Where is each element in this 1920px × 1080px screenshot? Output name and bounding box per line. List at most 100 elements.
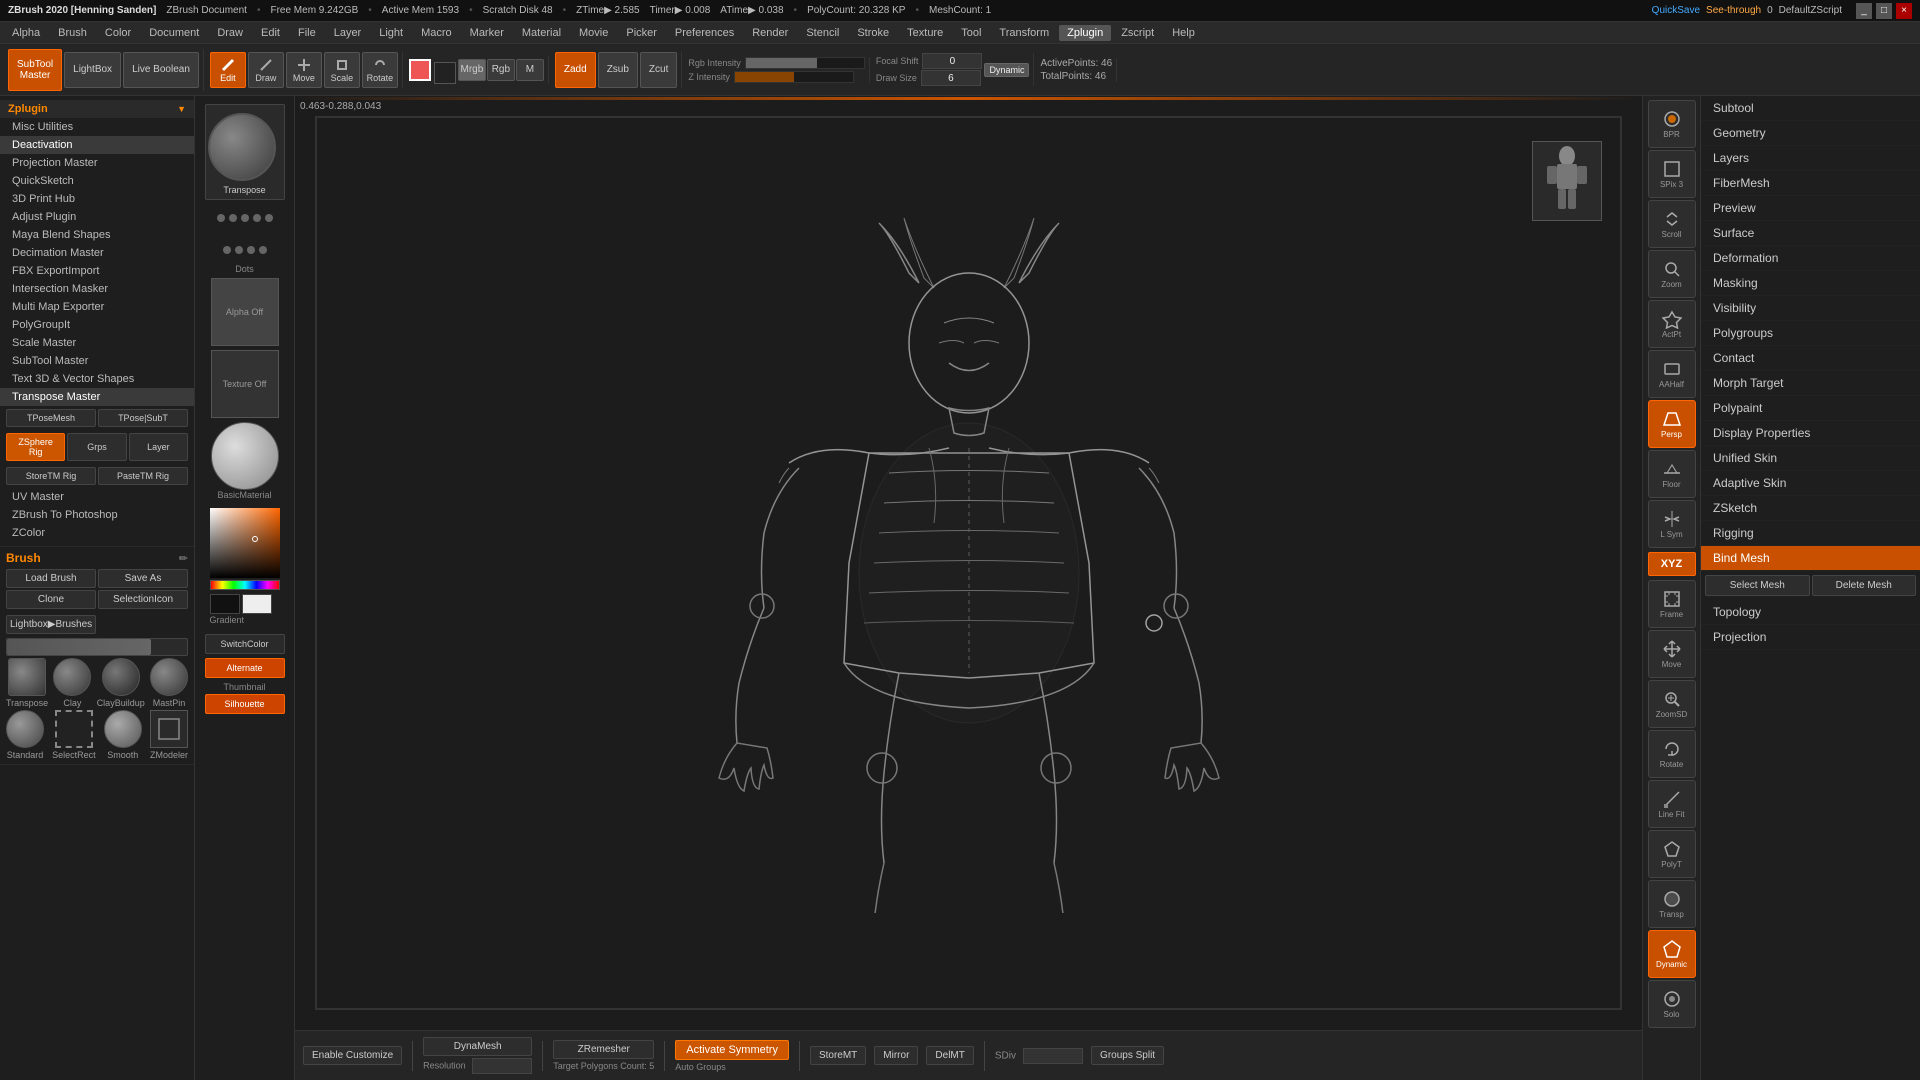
visibility-item[interactable]: Visibility <box>1701 296 1920 321</box>
rotate-icon-btn[interactable]: Rotate <box>1648 730 1696 778</box>
xyz-btn[interactable]: XYZ <box>1648 552 1696 576</box>
display-properties-item[interactable]: Display Properties <box>1701 421 1920 446</box>
aahalf-btn[interactable]: AAHalf <box>1648 350 1696 398</box>
delsmt-btn[interactable]: DelMT <box>926 1046 973 1065</box>
color-gradient[interactable] <box>210 508 280 578</box>
contact-item[interactable]: Contact <box>1701 346 1920 371</box>
save-as-btn[interactable]: Save As <box>98 569 188 588</box>
multi-map-exporter[interactable]: Multi Map Exporter <box>0 298 194 316</box>
scale-master[interactable]: Scale Master <box>0 334 194 352</box>
masking-item[interactable]: Masking <box>1701 271 1920 296</box>
surface-item[interactable]: Surface <box>1701 221 1920 246</box>
lsym-btn[interactable]: L Sym <box>1648 500 1696 548</box>
activate-symmetry-btn[interactable]: Activate Symmetry <box>675 1040 789 1060</box>
fbx-export[interactable]: FBX ExportImport <box>0 262 194 280</box>
zbrush-photoshop[interactable]: ZBrush To Photoshop <box>0 506 194 524</box>
polygroups-item[interactable]: Polygroups <box>1701 321 1920 346</box>
unified-skin-item[interactable]: Unified Skin <box>1701 446 1920 471</box>
menu-brush[interactable]: Brush <box>50 25 95 41</box>
subtool-item[interactable]: Subtool <box>1701 96 1920 121</box>
scroll-btn[interactable]: Scroll <box>1648 200 1696 248</box>
deactivation[interactable]: Deactivation <box>0 136 194 154</box>
projection-master[interactable]: Projection Master <box>0 154 194 172</box>
clay-icon[interactable] <box>53 658 91 696</box>
menu-preferences[interactable]: Preferences <box>667 25 742 41</box>
grps-btn[interactable]: Grps <box>67 433 126 461</box>
selection-icon-btn[interactable]: SelectionIcon <box>98 590 188 609</box>
zsphere-rig-btn[interactable]: ZSphere Rig <box>6 433 65 461</box>
m-btn[interactable]: M <box>516 59 544 81</box>
zmodeler-icon[interactable] <box>150 710 188 748</box>
maya-blend-shapes[interactable]: Maya Blend Shapes <box>0 226 194 244</box>
act-btn[interactable]: ActPt <box>1648 300 1696 348</box>
draw-size-input[interactable] <box>921 70 981 86</box>
preview-item[interactable]: Preview <box>1701 196 1920 221</box>
menu-edit[interactable]: Edit <box>253 25 288 41</box>
live-boolean-btn[interactable]: Live Boolean <box>123 52 199 88</box>
floor-btn[interactable]: Floor <box>1648 450 1696 498</box>
white-swatch[interactable] <box>242 594 272 614</box>
maximize-btn[interactable]: □ <box>1876 3 1892 19</box>
rgb-btn[interactable]: Rgb <box>487 59 515 81</box>
menu-transform[interactable]: Transform <box>991 25 1057 41</box>
zoom3d-btn[interactable]: ZoomSD <box>1648 680 1696 728</box>
bpr-btn[interactable]: BPR <box>1648 100 1696 148</box>
menu-document[interactable]: Document <box>141 25 207 41</box>
polypaint-item[interactable]: Polypaint <box>1701 396 1920 421</box>
sdiv-input[interactable] <box>1023 1048 1083 1064</box>
canvas-area[interactable]: 0.463-0.288,0.043 X Y <box>295 96 1642 1030</box>
mastpin-icon[interactable] <box>150 658 188 696</box>
resolution-input[interactable] <box>472 1058 532 1074</box>
silhouette-btn[interactable]: Silhouette <box>205 694 285 714</box>
subtool-master-left[interactable]: SubTool Master <box>0 352 194 370</box>
zsketch-item[interactable]: ZSketch <box>1701 496 1920 521</box>
solo-btn[interactable]: Solo <box>1648 980 1696 1028</box>
menu-tool[interactable]: Tool <box>953 25 989 41</box>
seethrough-btn[interactable]: See-through <box>1706 5 1761 16</box>
layers-item[interactable]: Layers <box>1701 146 1920 171</box>
switch-color-btn[interactable]: SwitchColor <box>205 634 285 654</box>
zcolor[interactable]: ZColor <box>0 524 194 542</box>
zplugin-title[interactable]: Zplugin ▼ <box>0 100 194 118</box>
focal-shift-input[interactable] <box>922 53 982 69</box>
menu-movie[interactable]: Movie <box>571 25 616 41</box>
default-script[interactable]: DefaultZScript <box>1779 5 1842 16</box>
dynamic-icon-btn[interactable]: Dynamic <box>1648 930 1696 978</box>
dynamesh-btn[interactable]: DynaMesh <box>423 1037 532 1056</box>
rotate-btn[interactable]: Rotate <box>362 52 398 88</box>
paste-tm-btn[interactable]: PasteTM Rig <box>98 467 188 485</box>
transpose-mid-btn[interactable]: Transpose <box>205 104 285 200</box>
dynamic-btn[interactable]: Dynamic <box>984 63 1029 77</box>
transpose-master[interactable]: Transpose Master <box>0 388 194 406</box>
zoom-btn[interactable]: Zoom <box>1648 250 1696 298</box>
standard-icon[interactable] <box>6 710 44 748</box>
menu-stencil[interactable]: Stencil <box>798 25 847 41</box>
claybuildup-icon[interactable] <box>102 658 140 696</box>
menu-texture[interactable]: Texture <box>899 25 951 41</box>
storesmt-btn[interactable]: StoreMT <box>810 1046 866 1065</box>
black-swatch[interactable] <box>210 594 240 614</box>
adjust-plugin[interactable]: Adjust Plugin <box>0 208 194 226</box>
uv-master[interactable]: UV Master <box>0 488 194 506</box>
polygroupit[interactable]: PolyGroupIt <box>0 316 194 334</box>
menu-light[interactable]: Light <box>371 25 411 41</box>
topology-item[interactable]: Topology <box>1701 600 1920 625</box>
close-btn[interactable]: × <box>1896 3 1912 19</box>
menu-material[interactable]: Material <box>514 25 569 41</box>
deformation-item[interactable]: Deformation <box>1701 246 1920 271</box>
zsub-btn[interactable]: Zsub <box>598 52 638 88</box>
linefit-btn[interactable]: Line Fit <box>1648 780 1696 828</box>
zcut-btn[interactable]: Zcut <box>640 52 677 88</box>
rgb-intensity-bar[interactable] <box>745 57 865 69</box>
z-intensity-bar[interactable] <box>734 71 854 83</box>
layer-btn[interactable]: Layer <box>129 433 188 461</box>
transp-btn[interactable]: Transp <box>1648 880 1696 928</box>
zremesher-btn[interactable]: ZRemesher <box>553 1040 654 1059</box>
basic-material-btn[interactable] <box>211 422 279 490</box>
transpose-icon[interactable] <box>8 658 46 696</box>
frame-btn[interactable]: Frame <box>1648 580 1696 628</box>
clone-btn[interactable]: Clone <box>6 590 96 609</box>
menu-picker[interactable]: Picker <box>618 25 665 41</box>
intersection-masker[interactable]: Intersection Masker <box>0 280 194 298</box>
quicksave-btn[interactable]: QuickSave <box>1652 5 1700 16</box>
